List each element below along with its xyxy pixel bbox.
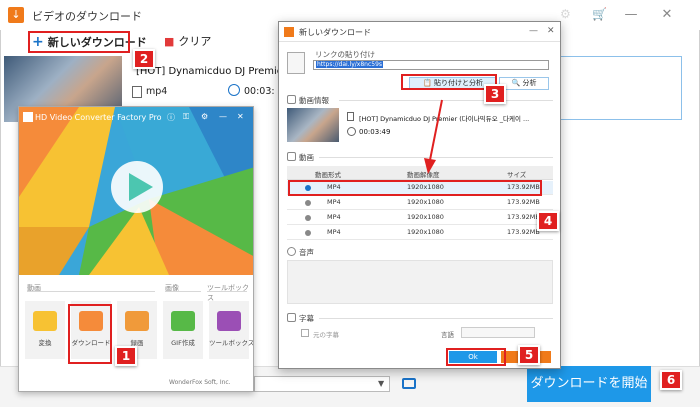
column-header-format: 動画形式	[315, 171, 341, 179]
info-thumbnail	[287, 108, 339, 142]
download-progress-area	[558, 56, 682, 120]
tile-label: ツールボックス	[209, 339, 254, 347]
minimize-icon[interactable]: —	[529, 26, 538, 36]
arrow-indicator	[424, 99, 443, 174]
highlight-selected-row	[288, 180, 542, 196]
file-icon	[347, 112, 354, 121]
radio-icon	[305, 215, 311, 221]
column-header-size: サイズ	[507, 171, 527, 179]
subtitle-section-label: 字幕	[299, 314, 314, 323]
row-format: MP4	[327, 213, 341, 221]
audio-section-label: 音声	[299, 248, 314, 257]
row-resolution: 1920x1080	[407, 213, 444, 221]
video-format: mp4	[146, 86, 168, 97]
clear-button[interactable]: ■ クリア	[164, 32, 211, 52]
info-icon[interactable]: ⓘ	[167, 112, 175, 123]
close-icon[interactable]: ✕	[658, 6, 676, 24]
highlight-paste-analyze	[401, 74, 497, 90]
info-duration: 00:03:49	[359, 128, 391, 136]
chevron-down-icon[interactable]: ▼	[378, 379, 384, 388]
minimize-icon[interactable]: —	[622, 6, 640, 24]
row-format: MP4	[327, 198, 341, 206]
launcher-title: HD Video Converter Factory Pro	[35, 113, 162, 122]
toolbox-icon	[217, 311, 241, 331]
gear-icon[interactable]: ⚙	[560, 7, 571, 21]
launcher-banner	[19, 107, 253, 275]
divider	[27, 291, 155, 292]
clipboard-icon	[287, 52, 305, 74]
divider	[319, 318, 553, 319]
logo-icon	[23, 112, 33, 122]
row-size: 173.92MB	[507, 228, 540, 236]
step-badge-5: 5	[518, 345, 540, 365]
step-badge-6: 6	[660, 370, 682, 390]
row-size: 173.92MB	[507, 213, 540, 221]
table-row[interactable]: MP4 1920x1080 173.92MB	[287, 196, 553, 210]
highlight-new-download	[28, 31, 130, 53]
audio-section-icon	[287, 247, 296, 256]
original-subtitle-checkbox[interactable]	[301, 329, 309, 337]
cart-icon[interactable]: 🛒	[592, 7, 607, 21]
minimize-icon[interactable]: —	[219, 112, 227, 121]
video-duration: 00:03:	[244, 86, 275, 97]
tile-gif[interactable]: GIF作成	[163, 301, 203, 359]
info-section-label: 動画情報	[299, 96, 329, 105]
row-format: MP4	[327, 228, 341, 236]
tile-label: GIF作成	[171, 339, 195, 347]
step-badge-4: 4	[537, 211, 559, 231]
dialog-title: 新しいダウンロード	[299, 28, 371, 37]
url-input[interactable]: https://dai.ly/x8nc59s	[313, 60, 549, 70]
close-icon[interactable]: ✕	[237, 112, 244, 121]
output-path-select[interactable]	[254, 376, 390, 392]
file-icon	[132, 86, 142, 98]
step-badge-1: 1	[115, 346, 137, 366]
table-row[interactable]: MP4 1920x1080 173.92MB	[287, 226, 553, 240]
language-select[interactable]	[461, 327, 535, 338]
step-badge-2: 2	[133, 49, 155, 69]
divider	[165, 291, 201, 292]
step-badge-3: 3	[484, 84, 506, 104]
dialog-app-icon	[284, 27, 294, 37]
radio-icon	[305, 230, 311, 236]
clear-label: クリア	[178, 35, 212, 48]
analyze-button[interactable]: 🔍 分析	[499, 77, 549, 90]
video-section-label: 動画	[299, 153, 314, 162]
app-download-icon: ↓	[8, 7, 24, 23]
close-icon[interactable]: ✕	[547, 26, 555, 36]
category-toolbox: ツールボックス	[207, 284, 249, 302]
folder-icon[interactable]	[402, 378, 416, 389]
image-icon	[171, 311, 195, 331]
original-subtitle-label: 元の字幕	[313, 331, 339, 339]
row-resolution: 1920x1080	[407, 198, 444, 206]
screen-record-icon	[125, 311, 149, 331]
key-icon[interactable]: ⚿	[183, 112, 189, 122]
url-value: https://dai.ly/x8nc59s	[316, 61, 384, 68]
row-resolution: 1920x1080	[407, 228, 444, 236]
highlight-download-tile	[68, 304, 112, 364]
film-icon	[33, 311, 57, 331]
table-row[interactable]: MP4 1920x1080 173.92MB	[287, 211, 553, 225]
clock-icon	[347, 127, 356, 136]
tile-toolbox[interactable]: ツールボックス	[209, 301, 254, 359]
tile-label: 変換	[38, 339, 52, 347]
video-section-icon	[287, 152, 296, 161]
settings-icon[interactable]: ⚙	[201, 112, 208, 121]
video-title: [HOT] Dynamicduo DJ Premier	[136, 66, 288, 77]
divider	[207, 291, 247, 292]
window-title: ビデオのダウンロード	[32, 10, 142, 23]
language-label: 言語	[441, 331, 454, 339]
tile-convert[interactable]: 変換	[25, 301, 65, 359]
clock-icon	[228, 84, 240, 96]
analyze-label: 分析	[522, 79, 537, 87]
info-section-icon	[287, 95, 296, 104]
subtitle-section-icon	[287, 313, 296, 322]
start-download-button[interactable]: ダウンロードを開始	[527, 366, 651, 402]
audio-list	[287, 260, 553, 304]
launcher-footer: WonderFox Soft, Inc.	[169, 379, 231, 386]
highlight-ok-button	[446, 348, 506, 366]
paste-link-label: リンクの貼り付け	[315, 50, 375, 59]
row-size: 173.92MB	[507, 198, 540, 206]
trash-icon: ■	[164, 35, 175, 48]
radio-icon	[305, 200, 311, 206]
